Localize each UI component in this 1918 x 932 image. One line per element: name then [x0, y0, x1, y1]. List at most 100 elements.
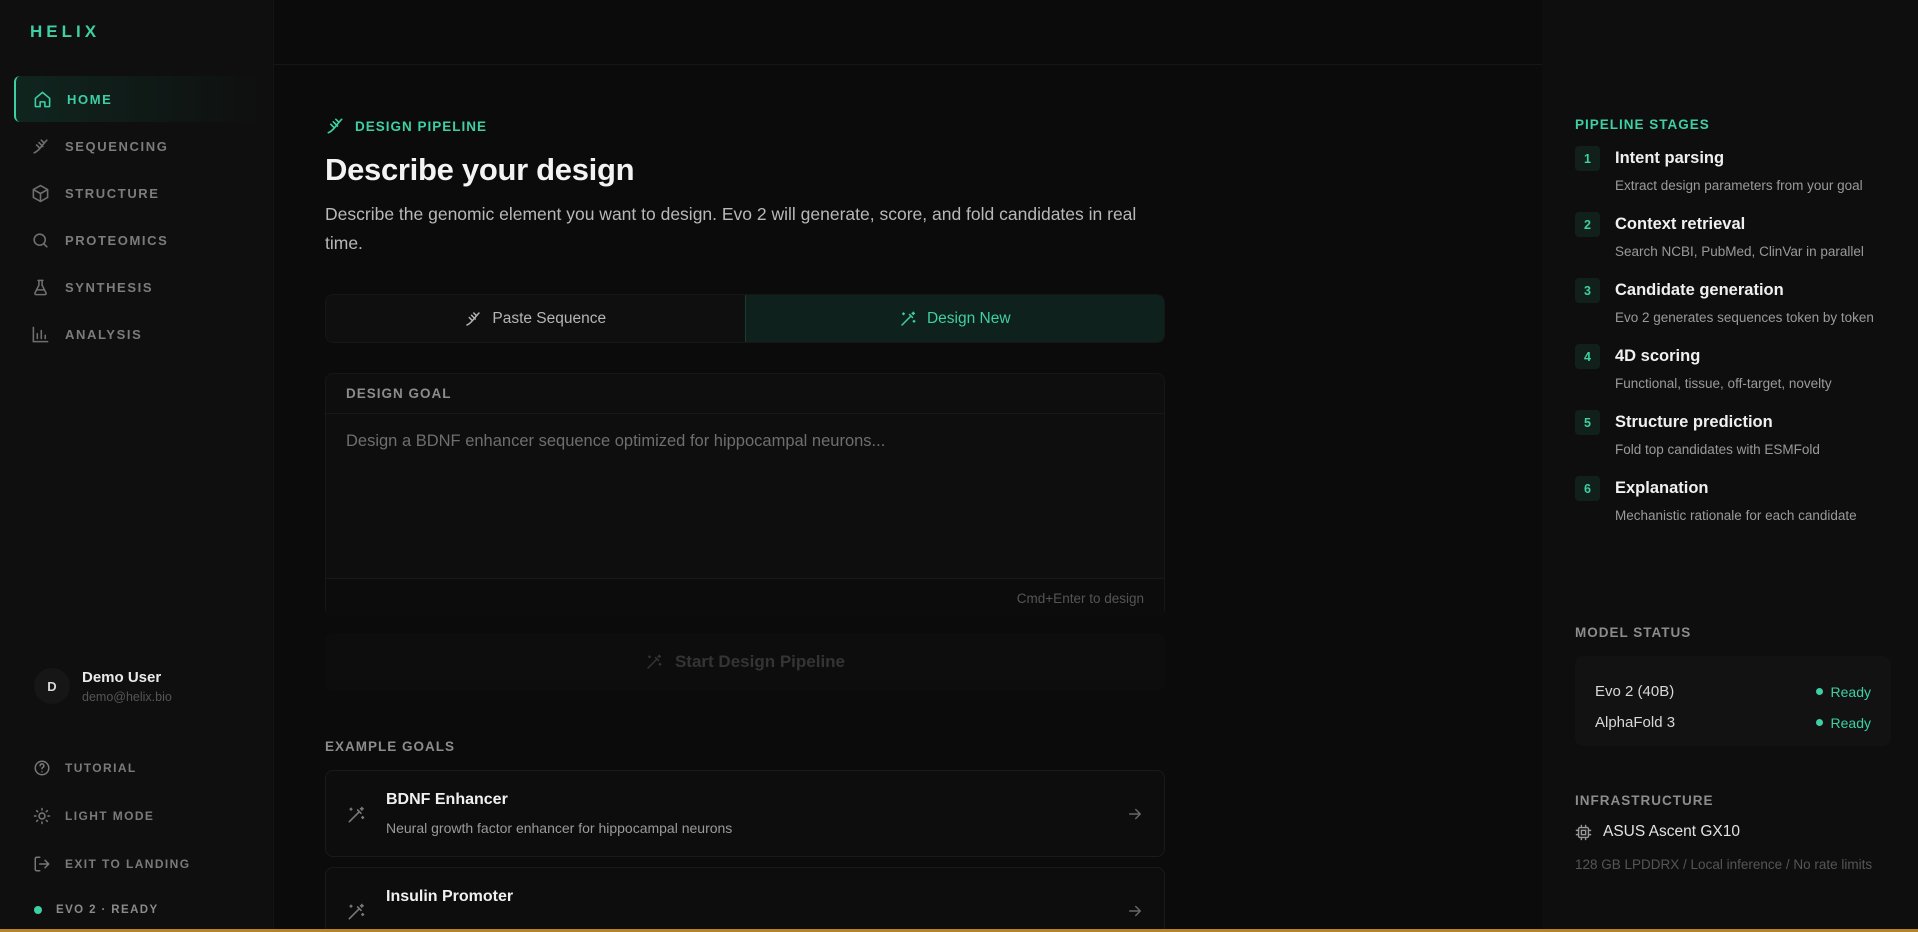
dna-icon	[30, 136, 50, 156]
example-goal-card[interactable]: Insulin Promoter	[325, 867, 1165, 932]
status-text: Ready	[1830, 714, 1871, 731]
stage-title: Structure prediction	[1615, 413, 1773, 431]
stage-number: 4	[1575, 344, 1600, 369]
pipeline-stage: 1 Intent parsing Extract design parameter…	[1575, 146, 1891, 200]
home-icon	[32, 89, 52, 109]
help-circle-icon	[32, 758, 52, 778]
sidebar-item-label: SEQUENCING	[65, 138, 169, 154]
start-design-pipeline-button[interactable]: Start Design Pipeline	[325, 633, 1165, 691]
tab-paste-sequence[interactable]: Paste Sequence	[326, 295, 745, 342]
pipeline-stage: 5 Structure prediction Fold top candidate…	[1575, 410, 1891, 464]
arrow-right-icon	[1126, 902, 1144, 920]
search-icon	[30, 230, 50, 250]
stage-desc: Evo 2 generates sequences token by token	[1615, 310, 1874, 325]
design-goal-label: DESIGN GOAL	[346, 386, 452, 401]
magic-wand-icon	[346, 805, 366, 825]
sidebar-bottom-nav: TUTORIAL LIGHT MODE EXIT TO LANDING	[32, 744, 190, 888]
dna-icon	[464, 310, 482, 328]
design-goal-panel: DESIGN GOAL Cmd+Enter to design	[325, 373, 1165, 617]
stage-desc: Mechanistic rationale for each candidate	[1615, 508, 1857, 523]
stage-title: 4D scoring	[1615, 347, 1701, 365]
magic-wand-icon	[346, 902, 366, 922]
model-row: AlphaFold 3 Ready	[1595, 707, 1871, 738]
sidebar-item-label: HOME	[67, 91, 113, 107]
stage-number: 2	[1575, 212, 1600, 237]
right-panel: PIPELINE STAGES 1 Intent parsing Extract …	[1542, 0, 1918, 932]
design-goal-input[interactable]	[326, 414, 1164, 578]
infrastructure-name: ASUS Ascent GX10	[1603, 823, 1740, 840]
section-eyebrow: DESIGN PIPELINE	[325, 116, 1165, 136]
stage-number: 6	[1575, 476, 1600, 501]
stage-desc: Search NCBI, PubMed, ClinVar in parallel	[1615, 244, 1864, 259]
stage-title: Intent parsing	[1615, 149, 1725, 167]
sidebar-item-label: STRUCTURE	[65, 185, 160, 201]
exit-to-landing-button[interactable]: EXIT TO LANDING	[32, 840, 190, 888]
status-dot	[34, 906, 42, 914]
page-description: Describe the genomic element you want to…	[325, 204, 1137, 253]
example-goal-card[interactable]: BDNF Enhancer Neural growth factor enhan…	[325, 770, 1165, 857]
sidebar-item-label: SYNTHESIS	[65, 279, 154, 295]
status-label: EVO 2 · READY	[56, 904, 159, 916]
status-badge: Ready	[1815, 683, 1871, 700]
sidebar-item-analysis[interactable]: ANALYSIS	[14, 311, 260, 357]
sidebar-item-home[interactable]: HOME	[14, 76, 260, 122]
logout-icon	[32, 854, 52, 874]
user-profile[interactable]: D Demo User demo@helix.bio	[34, 668, 172, 704]
user-email: demo@helix.bio	[82, 689, 172, 704]
model-status-card: Evo 2 (40B) Ready AlphaFold 3 Ready	[1575, 656, 1891, 746]
sidebar-item-synthesis[interactable]: SYNTHESIS	[14, 264, 260, 310]
sidebar-item-sequencing[interactable]: SEQUENCING	[14, 123, 260, 169]
pipeline-stage: 3 Candidate generation Evo 2 generates se…	[1575, 278, 1891, 332]
sidebar-item-structure[interactable]: STRUCTURE	[14, 170, 260, 216]
user-name: Demo User	[82, 668, 162, 686]
sidebar-item-proteomics[interactable]: PROTEOMICS	[14, 217, 260, 263]
sidebar-item-label: PROTEOMICS	[65, 232, 169, 248]
pipeline-stages: PIPELINE STAGES 1 Intent parsing Extract …	[1575, 117, 1891, 530]
model-status-title: MODEL STATUS	[1575, 625, 1692, 640]
pipeline-stage: 6 Explanation Mechanistic rationale for e…	[1575, 476, 1891, 530]
stage-desc: Fold top candidates with ESMFold	[1615, 442, 1820, 457]
stage-title: Explanation	[1615, 479, 1709, 497]
example-title: BDNF Enhancer	[386, 791, 508, 808]
infrastructure-section: INFRASTRUCTURE ASUS Ascent GX10 128 GB L…	[1575, 793, 1891, 872]
pipeline-stage: 2 Context retrieval Search NCBI, PubMed, …	[1575, 212, 1891, 266]
status-text: Ready	[1830, 683, 1871, 700]
sidebar: HELIX HOME SEQUENCING STRUCTURE PROTEOMI…	[0, 0, 274, 932]
stage-number: 1	[1575, 146, 1600, 171]
stage-desc: Extract design parameters from your goal	[1615, 178, 1863, 193]
sun-icon	[32, 806, 52, 826]
cube-icon	[30, 183, 50, 203]
status-dot	[1815, 719, 1823, 726]
example-subtitle: Neural growth factor enhancer for hippoc…	[386, 820, 733, 836]
sidebar-nav: HOME SEQUENCING STRUCTURE PROTEOMICS SYN…	[14, 76, 260, 358]
model-name: AlphaFold 3	[1595, 714, 1676, 731]
model-status-indicator: EVO 2 · READY	[34, 904, 159, 916]
tab-label: Paste Sequence	[492, 309, 607, 327]
tutorial-button[interactable]: TUTORIAL	[32, 744, 190, 792]
tab-design-new[interactable]: Design New	[744, 295, 1164, 342]
eyebrow-label: DESIGN PIPELINE	[355, 118, 488, 134]
status-badge: Ready	[1815, 714, 1871, 731]
stage-title: Context retrieval	[1615, 215, 1746, 233]
light-mode-button[interactable]: LIGHT MODE	[32, 792, 190, 840]
shortcut-hint: Cmd+Enter to design	[1016, 591, 1144, 606]
page-title: Describe your design	[325, 152, 635, 187]
dna-icon	[325, 116, 345, 136]
status-dot	[1815, 688, 1823, 695]
infrastructure-title: INFRASTRUCTURE	[1575, 793, 1714, 808]
logo[interactable]: HELIX	[30, 22, 100, 42]
main-content: DESIGN PIPELINE Describe your design Des…	[325, 116, 1165, 932]
design-goal-footer: Cmd+Enter to design	[326, 578, 1164, 617]
start-button-label: Start Design Pipeline	[674, 652, 846, 671]
stage-number: 3	[1575, 278, 1600, 303]
infrastructure-details: 128 GB LPDDRX / Local inference / No rat…	[1575, 857, 1873, 872]
model-name: Evo 2 (40B)	[1595, 683, 1675, 700]
pipeline-stages-title: PIPELINE STAGES	[1575, 117, 1710, 132]
example-title: Insulin Promoter	[386, 888, 514, 905]
avatar: D	[34, 668, 70, 704]
model-status-section: MODEL STATUS Evo 2 (40B) Ready AlphaFold…	[1575, 625, 1891, 746]
light-mode-label: LIGHT MODE	[65, 809, 155, 823]
magic-wand-icon	[645, 653, 663, 671]
arrow-right-icon	[1126, 805, 1144, 823]
bar-chart-icon	[30, 324, 50, 344]
